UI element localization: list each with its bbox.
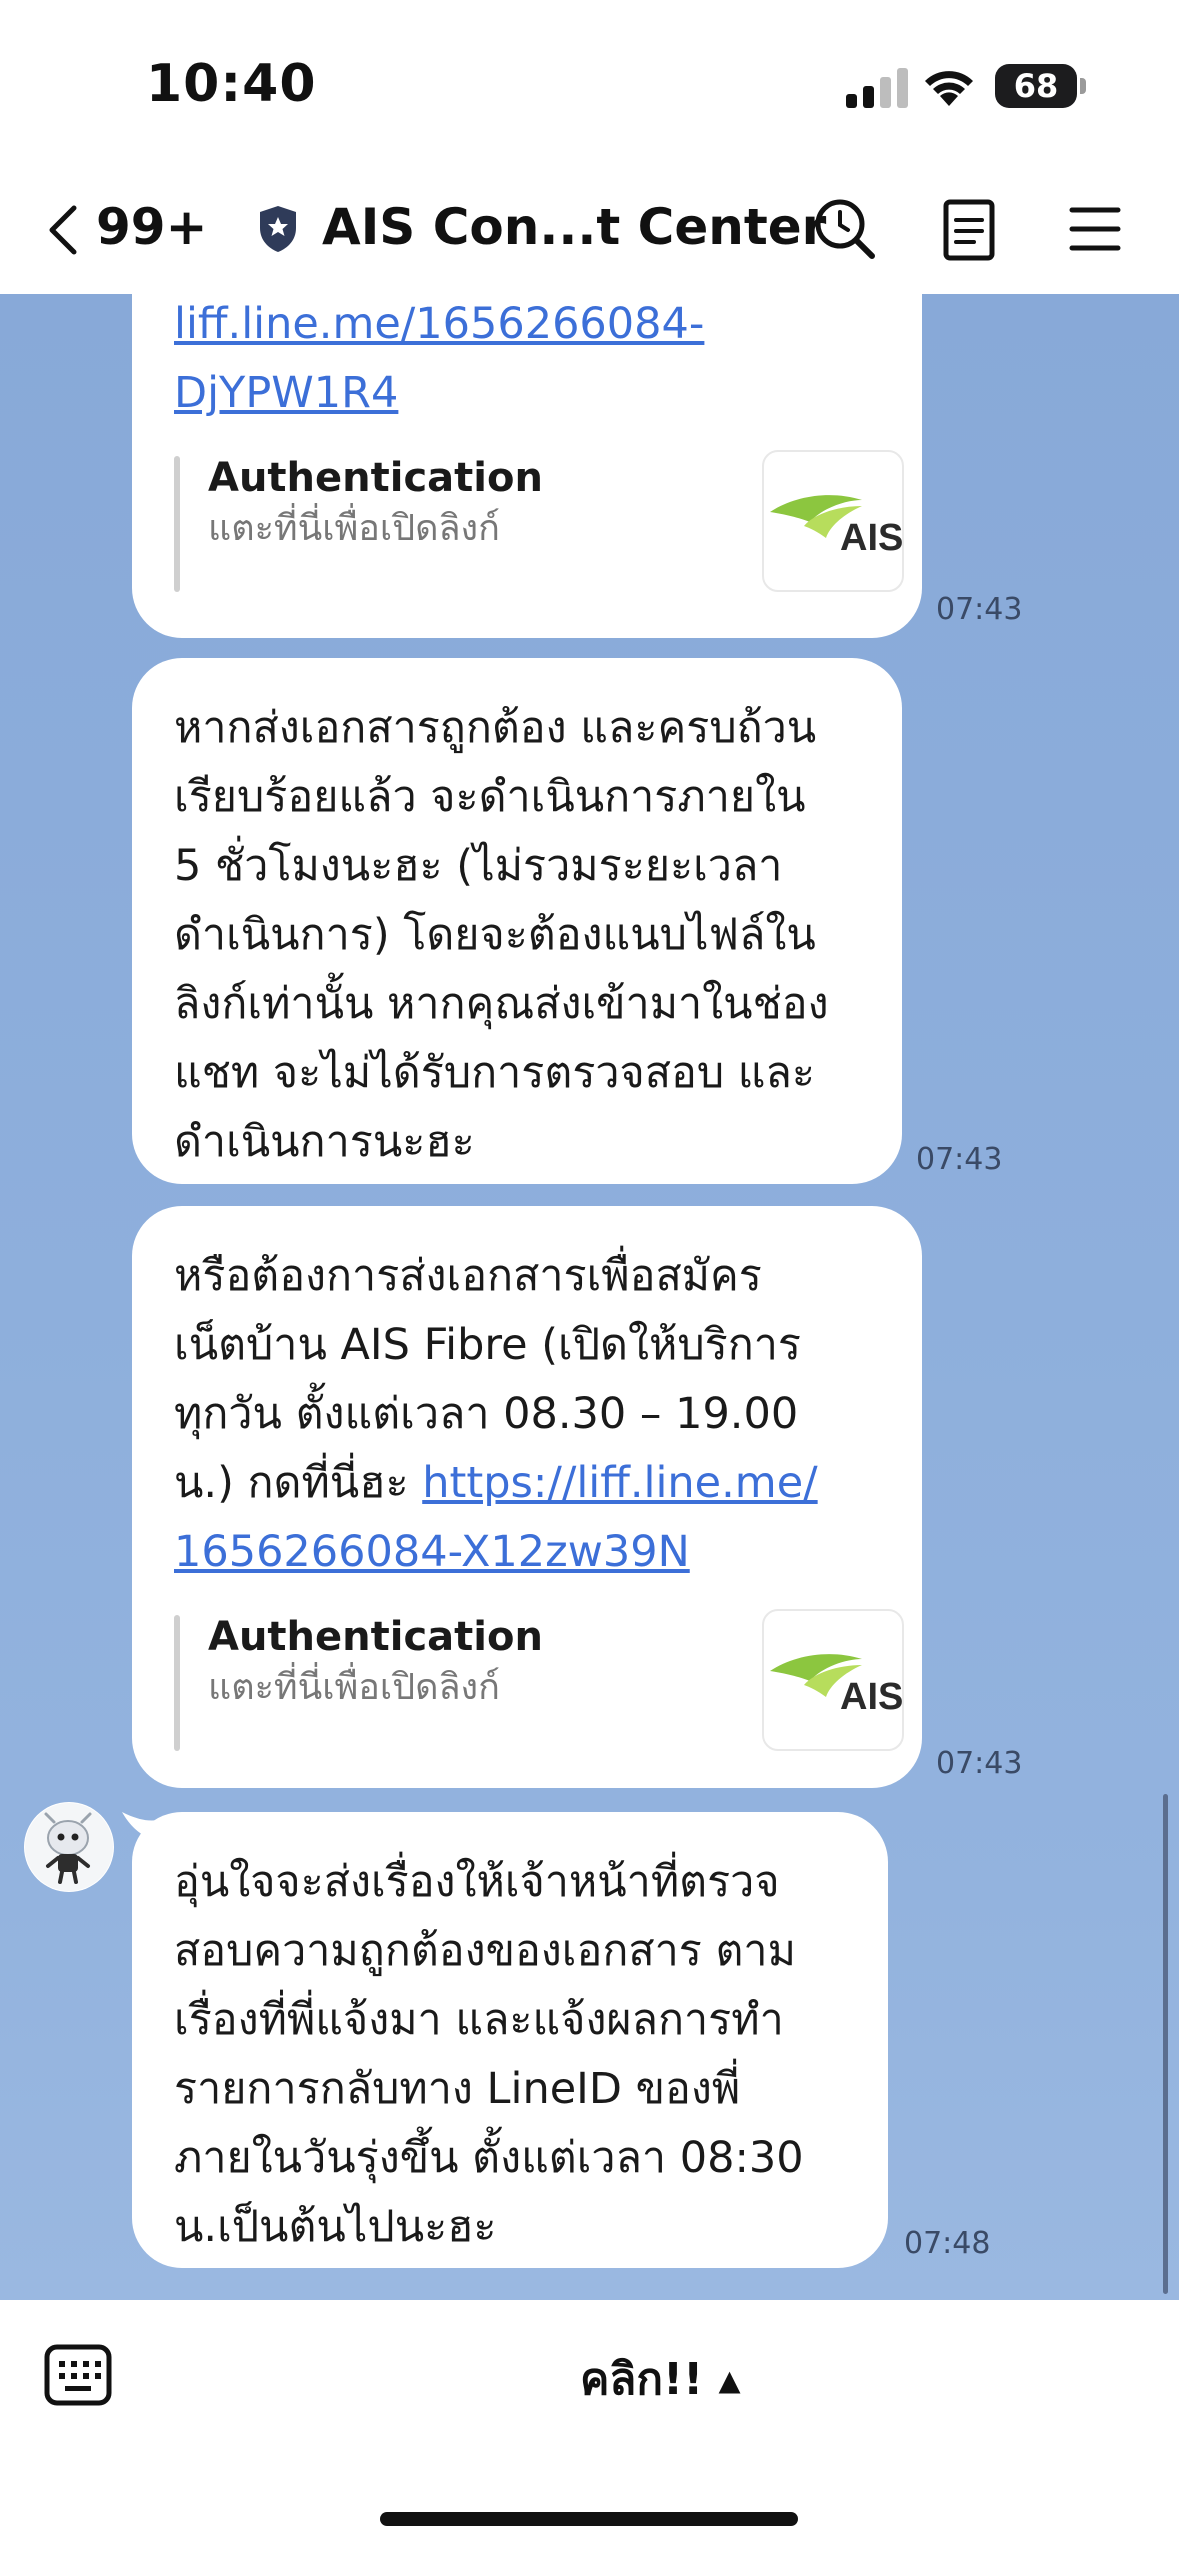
preview-title: Authentication — [208, 1614, 543, 1660]
preview-title: Authentication — [208, 455, 543, 501]
preview-divider — [174, 1615, 180, 1751]
message-link[interactable]: liff.line.me/1656266084- DjYPW1R4 — [174, 299, 704, 418]
preview-divider — [174, 456, 180, 592]
preview-subtitle: แตะที่นี่เพื่อเปิดลิงก์ — [208, 1667, 500, 1708]
home-indicator[interactable] — [380, 2512, 798, 2526]
back-chevron-icon[interactable] — [40, 200, 100, 260]
search-icon[interactable] — [810, 194, 880, 264]
bottom-bar: คลิก!! ▴ — [0, 2300, 1179, 2556]
message-timestamp: 07:48 — [904, 2226, 991, 2261]
message-timestamp: 07:43 — [936, 1746, 1023, 1781]
menu-icon[interactable] — [1060, 194, 1130, 264]
ais-logo-text: AIS — [840, 517, 902, 559]
message-bubble: หรือต้องการส่งเอกสารเพื่อสมัคร เน็ตบ้าน … — [132, 1206, 922, 1788]
verified-shield-icon — [260, 206, 296, 252]
scrollbar[interactable] — [1163, 1794, 1168, 2294]
unread-count[interactable]: 99+ — [96, 198, 207, 256]
keyboard-icon[interactable] — [44, 2344, 112, 2406]
bot-mascot-icon — [25, 1803, 113, 1891]
rich-menu-toggle[interactable]: คลิก!! ▴ — [580, 2344, 741, 2414]
message-text: หากส่งเอกสารถูกต้อง และครบถ้วน เรียบร้อย… — [174, 703, 829, 1167]
link-preview-card[interactable]: Authentication แตะที่นี่เพื่อเปิดลิงก์ A… — [174, 1609, 904, 1757]
ais-logo-thumbnail: AIS — [762, 450, 904, 592]
message-text: อุ่นใจจะส่งเรื่องให้เจ้าหน้าที่ตรวจ สอบค… — [174, 1857, 804, 2252]
ais-logo-thumbnail: AIS — [762, 1609, 904, 1751]
chat-area[interactable]: liff.line.me/1656266084- DjYPW1R4 Authen… — [0, 294, 1179, 2300]
chat-title[interactable]: AIS Con...t Center — [322, 198, 826, 256]
link-preview-card[interactable]: Authentication แตะที่นี่เพื่อเปิดลิงก์ A… — [174, 450, 904, 598]
status-bar: 10:40 68 — [0, 0, 1179, 170]
preview-subtitle: แตะที่นี่เพื่อเปิดลิงก์ — [208, 508, 500, 549]
avatar[interactable] — [24, 1802, 114, 1892]
chat-header: 99+ AIS Con...t Center — [0, 170, 1179, 294]
message-bubble: liff.line.me/1656266084- DjYPW1R4 Authen… — [132, 294, 922, 638]
message-timestamp: 07:43 — [916, 1142, 1003, 1177]
ais-logo-icon: AIS — [770, 1654, 903, 1718]
message-bubble: อุ่นใจจะส่งเรื่องให้เจ้าหน้าที่ตรวจ สอบค… — [132, 1812, 888, 2268]
ais-logo-icon: AIS — [770, 495, 903, 559]
ais-logo-text: AIS — [840, 1676, 902, 1718]
battery-indicator: 68 — [995, 64, 1077, 108]
battery-cap — [1080, 78, 1086, 94]
cellular-signal-icon — [846, 68, 908, 108]
status-time: 10:40 — [146, 54, 317, 114]
message-timestamp: 07:43 — [936, 592, 1023, 627]
notes-icon[interactable] — [934, 194, 1004, 264]
wifi-icon — [925, 71, 973, 106]
message-bubble: หากส่งเอกสารถูกต้อง และครบถ้วน เรียบร้อย… — [132, 658, 902, 1184]
